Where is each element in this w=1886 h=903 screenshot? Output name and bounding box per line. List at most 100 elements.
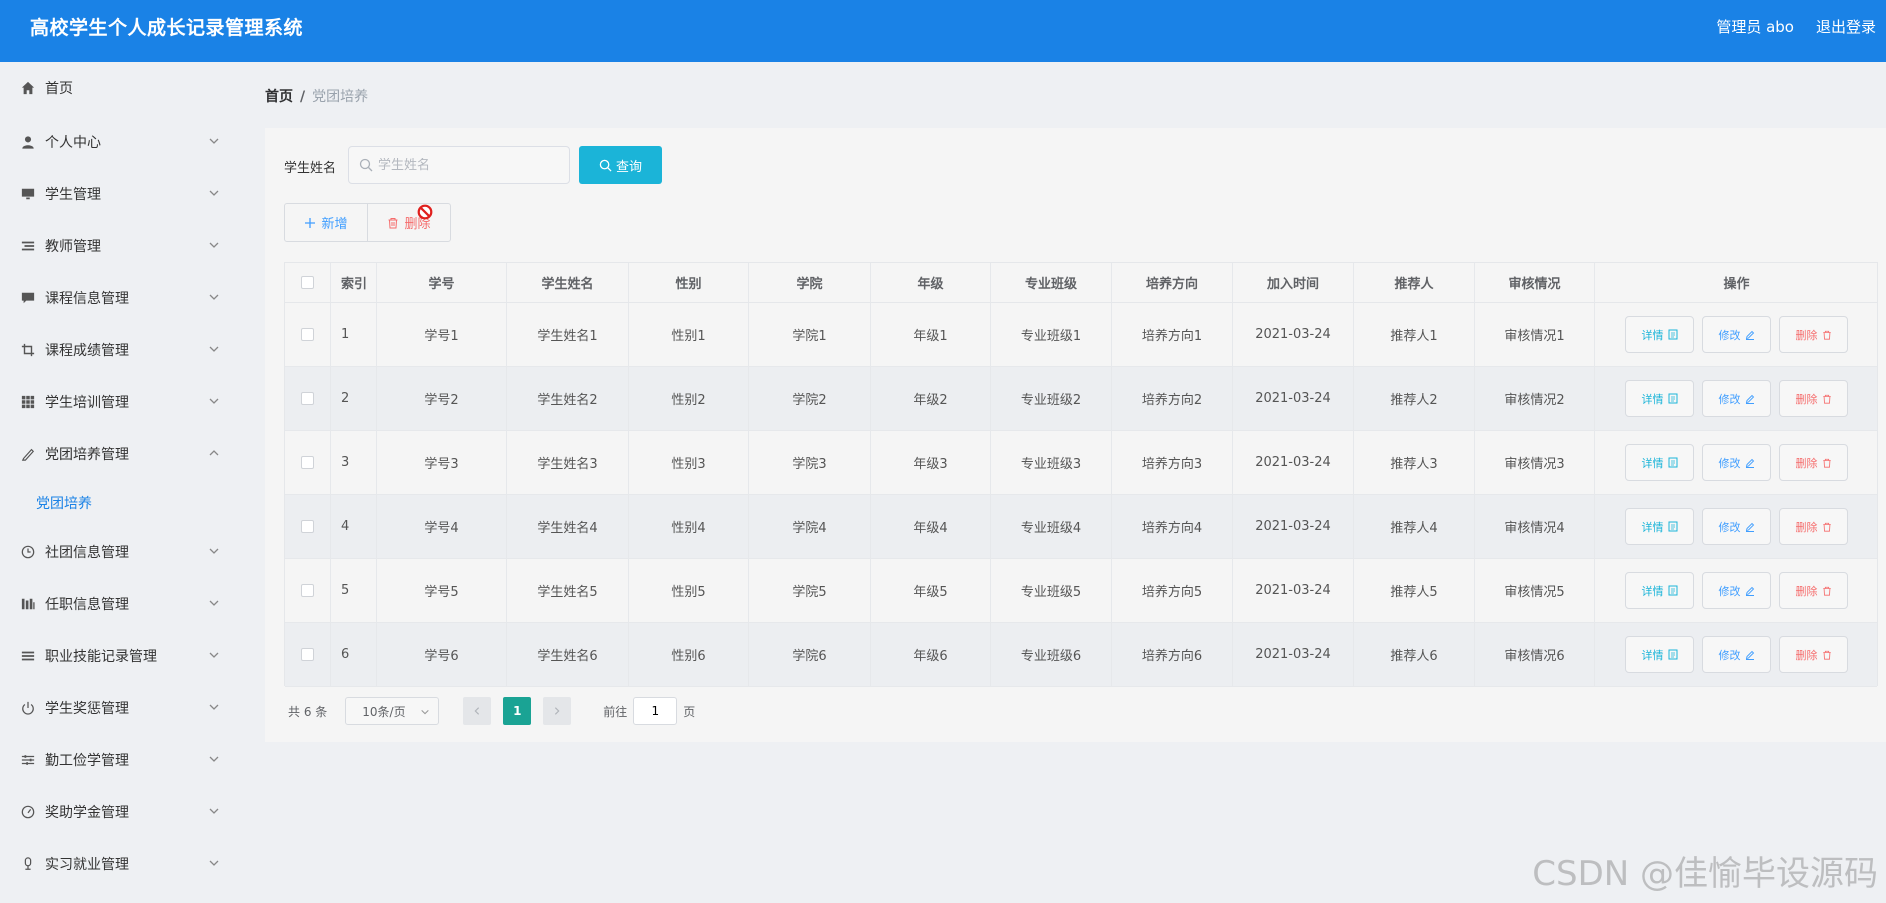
detail-button[interactable]: 详情 xyxy=(1625,316,1694,353)
cell-join-date: 2021-03-24 xyxy=(1233,623,1354,686)
detail-button[interactable]: 详情 xyxy=(1625,444,1694,481)
row-select-cell xyxy=(285,623,331,686)
query-button-label: 查询 xyxy=(615,159,642,175)
sidebar-item-position-info[interactable]: 任职信息管理 xyxy=(0,580,240,628)
user-icon xyxy=(20,134,36,150)
chevron-down-icon xyxy=(209,190,219,196)
page-size-select[interactable]: 10条/页 xyxy=(345,697,440,725)
goto-page: 前往 页 xyxy=(603,697,695,725)
query-button[interactable]: 查询 xyxy=(579,146,662,184)
list-icon xyxy=(20,238,36,254)
detail-button[interactable]: 详情 xyxy=(1625,508,1694,545)
sidebar-subitem-party-training[interactable]: 党团培养 xyxy=(0,480,240,526)
cell-student-id: 学号3 xyxy=(377,431,507,494)
column-header: 加入时间 xyxy=(1233,263,1354,302)
edit-button[interactable]: 修改 xyxy=(1702,572,1771,609)
cell-direction: 培养方向5 xyxy=(1112,559,1233,622)
cell-gender: 性别6 xyxy=(629,623,749,686)
cell-referrer: 推荐人5 xyxy=(1354,559,1475,622)
cell-student-id: 学号6 xyxy=(377,623,507,686)
document-icon xyxy=(1668,329,1677,340)
chevron-down-icon xyxy=(209,242,219,248)
column-header: 年级 xyxy=(871,263,991,302)
breadcrumb-home[interactable]: 首页 xyxy=(265,89,293,105)
sidebar-item-label: 社团信息管理 xyxy=(45,545,129,561)
cell-student-name: 学生姓名3 xyxy=(507,431,629,494)
sidebar-item-skills[interactable]: 职业技能记录管理 xyxy=(0,632,240,680)
row-checkbox[interactable] xyxy=(301,392,314,405)
delete-row-button[interactable]: 删除 xyxy=(1779,316,1848,353)
delete-row-button[interactable]: 删除 xyxy=(1779,444,1848,481)
chevron-down-icon xyxy=(209,398,219,404)
detail-button[interactable]: 详情 xyxy=(1625,380,1694,417)
sidebar-item-party-training[interactable]: 党团培养管理 xyxy=(0,430,240,478)
sidebar-item-teacher-mgmt[interactable]: 教师管理 xyxy=(0,222,240,270)
edit-label: 修改 xyxy=(1718,520,1741,534)
trash-icon xyxy=(1822,522,1831,532)
row-checkbox[interactable] xyxy=(301,456,314,469)
edit-button[interactable]: 修改 xyxy=(1702,508,1771,545)
row-select-cell xyxy=(285,495,331,558)
cell-direction: 培养方向2 xyxy=(1112,367,1233,430)
cell-college: 学院2 xyxy=(749,367,871,430)
sidebar-item-internship[interactable]: 实习就业管理 xyxy=(0,840,240,888)
cell-student-name: 学生姓名2 xyxy=(507,367,629,430)
add-button-label: 新增 xyxy=(321,217,348,232)
sidebar-item-home[interactable]: 首页 xyxy=(0,64,240,112)
sidebar-item-work-study[interactable]: 勤工俭学管理 xyxy=(0,736,240,784)
search-icon xyxy=(599,159,612,172)
sidebar-item-scholarship[interactable]: 奖助学金管理 xyxy=(0,788,240,836)
column-header: 索引 xyxy=(331,263,377,302)
student-name-search-input[interactable] xyxy=(378,157,558,173)
goto-suffix: 页 xyxy=(683,704,696,719)
table-row: 5 学号5 学生姓名5 性别5 学院5 年级5 专业班级5 培养方向5 2021… xyxy=(285,559,1877,623)
detail-button[interactable]: 详情 xyxy=(1625,636,1694,673)
sidebar-item-rewards[interactable]: 学生奖惩管理 xyxy=(0,684,240,732)
sidebar-item-training[interactable]: 学生培训管理 xyxy=(0,378,240,426)
cell-review-status: 审核情况5 xyxy=(1475,559,1595,622)
row-checkbox[interactable] xyxy=(301,328,314,341)
document-icon xyxy=(1668,585,1677,596)
delete-row-button[interactable]: 删除 xyxy=(1779,380,1848,417)
delete-row-button[interactable]: 删除 xyxy=(1779,508,1848,545)
cell-referrer: 推荐人4 xyxy=(1354,495,1475,558)
sidebar-item-label: 教师管理 xyxy=(45,239,101,255)
column-header: 推荐人 xyxy=(1354,263,1475,302)
gauge-icon xyxy=(20,804,36,820)
sidebar-item-course-info[interactable]: 课程信息管理 xyxy=(0,274,240,322)
sidebar-item-club-info[interactable]: 社团信息管理 xyxy=(0,528,240,576)
select-all-checkbox[interactable] xyxy=(301,276,314,289)
edit-button[interactable]: 修改 xyxy=(1702,380,1771,417)
row-checkbox[interactable] xyxy=(301,584,314,597)
cell-index: 6 xyxy=(331,623,377,686)
pencil-icon xyxy=(1745,394,1754,404)
cell-review-status: 审核情况3 xyxy=(1475,431,1595,494)
chevron-down-icon xyxy=(209,600,219,606)
cell-grade: 年级4 xyxy=(871,495,991,558)
search-input-wrapper xyxy=(348,146,570,184)
edit-button[interactable]: 修改 xyxy=(1702,636,1771,673)
goto-page-input[interactable] xyxy=(633,697,678,725)
delete-row-button[interactable]: 删除 xyxy=(1779,572,1848,609)
sidebar-item-student-mgmt[interactable]: 学生管理 xyxy=(0,170,240,218)
batch-delete-button[interactable]: 删除 xyxy=(367,203,451,242)
add-button[interactable]: 新增 xyxy=(284,203,368,242)
page-number-current[interactable]: 1 xyxy=(503,697,532,725)
row-checkbox[interactable] xyxy=(301,520,314,533)
next-page-button[interactable] xyxy=(543,697,572,725)
detail-label: 详情 xyxy=(1641,456,1664,470)
sidebar-item-label: 职业技能记录管理 xyxy=(45,649,157,665)
delete-row-button[interactable]: 删除 xyxy=(1779,636,1848,673)
detail-button[interactable]: 详情 xyxy=(1625,572,1694,609)
prev-page-button[interactable] xyxy=(463,697,492,725)
sidebar-item-personal-center[interactable]: 个人中心 xyxy=(0,118,240,166)
cell-grade: 年级3 xyxy=(871,431,991,494)
pencil-icon xyxy=(1745,522,1754,532)
edit-button[interactable]: 修改 xyxy=(1702,444,1771,481)
edit-button[interactable]: 修改 xyxy=(1702,316,1771,353)
sidebar-item-course-grades[interactable]: 课程成绩管理 xyxy=(0,326,240,374)
edit-label: 修改 xyxy=(1718,456,1741,470)
cell-actions: 详情 修改 删除 xyxy=(1595,367,1878,430)
row-checkbox[interactable] xyxy=(301,648,314,661)
logout-link[interactable]: 退出登录 xyxy=(1816,16,1876,37)
